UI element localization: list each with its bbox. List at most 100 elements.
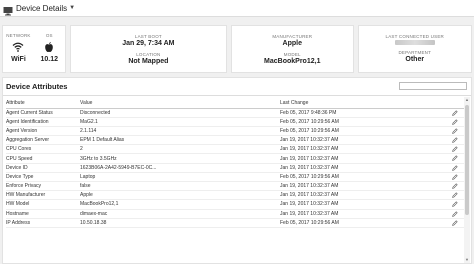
attribute-last-change: Feb 05, 2017 10:29:56 AM bbox=[280, 126, 464, 137]
last-change-text: Jan 19, 2017 10:32:37 AM bbox=[280, 183, 339, 190]
attribute-name: Agent Current Status bbox=[6, 108, 80, 118]
scrollbar[interactable]: ▲ ▼ bbox=[464, 97, 470, 263]
attribute-name: Device Type bbox=[6, 172, 80, 183]
attributes-table: Attribute Value Last Change Agent Curren… bbox=[6, 100, 464, 228]
attribute-last-change: Jan 19, 2017 10:32:37 AM bbox=[280, 199, 464, 210]
table-row[interactable]: Agent Current Status Disconnected Feb 05, … bbox=[6, 108, 464, 118]
last-boot-summary: LAST BOOT Jan 29, 7:34 AM LOCATION Not M… bbox=[71, 26, 226, 66]
pencil-icon[interactable] bbox=[452, 220, 458, 227]
pencil-icon[interactable] bbox=[452, 174, 458, 181]
attribute-last-change: Feb 05, 2017 9:48:36 PM bbox=[280, 108, 464, 118]
attribute-last-change: Feb 05, 2017 10:29:56 AM bbox=[280, 218, 464, 228]
attribute-value: MacBookPro12,1 bbox=[80, 199, 280, 210]
table-header-row: Attribute Value Last Change bbox=[6, 100, 464, 109]
last-change-text: Feb 05, 2017 9:48:36 PM bbox=[280, 109, 337, 116]
last-change-text: Jan 19, 2017 10:32:37 AM bbox=[280, 137, 339, 144]
page-title[interactable]: Device Details bbox=[16, 4, 67, 13]
pencil-icon[interactable] bbox=[452, 210, 458, 218]
pencil-icon[interactable] bbox=[452, 109, 458, 117]
column-header-last-change[interactable]: Last Change bbox=[280, 100, 464, 109]
attribute-value: 2.1.114 bbox=[80, 126, 280, 137]
attribute-value: dimaex-mac bbox=[80, 209, 280, 219]
table-row[interactable]: CPU Speed 3GHz to 3.5GHz Jan 19, 2017 10:3… bbox=[6, 153, 464, 164]
network-label: NETWORK bbox=[6, 33, 31, 38]
attribute-last-change: Jan 19, 2017 10:32:37 AM bbox=[280, 190, 464, 201]
attribute-last-change: Jan 19, 2017 10:32:37 AM bbox=[280, 209, 464, 219]
table-row[interactable]: Agent Identification MaG2.1 Feb 05, 2017 1… bbox=[6, 117, 464, 127]
table-row[interactable]: Enforce Privacy false Jan 19, 2017 10:32:3… bbox=[6, 181, 464, 192]
table-row[interactable]: Aggregation Server EPM 1 Default Alias Jan… bbox=[6, 135, 464, 146]
divider bbox=[3, 95, 471, 96]
table-row[interactable]: Device Type Laptop Feb 05, 2017 10:29:56 A… bbox=[6, 172, 464, 183]
table-row[interactable]: IP Address 10.50.18.38 Feb 05, 2017 10:29:… bbox=[6, 218, 464, 228]
table-row[interactable]: Device ID 1623B06A-2A42-5949-B7EC-0C... Ja… bbox=[6, 163, 464, 173]
scroll-up-icon[interactable]: ▲ bbox=[464, 97, 470, 103]
last-change-text: Jan 19, 2017 10:32:37 AM bbox=[280, 146, 339, 153]
attribute-value: Laptop bbox=[80, 172, 280, 183]
attribute-last-change: Jan 19, 2017 10:32:37 AM bbox=[280, 181, 464, 192]
scrollbar-thumb[interactable] bbox=[465, 105, 469, 215]
pencil-icon[interactable] bbox=[452, 165, 458, 172]
department-value: Other bbox=[405, 56, 425, 63]
column-header-value[interactable]: Value bbox=[80, 100, 280, 109]
table-row[interactable]: HW Manufacturer Apple Jan 19, 2017 10:32:3… bbox=[6, 190, 464, 201]
attribute-name: Enforce Privacy bbox=[6, 181, 80, 192]
pencil-icon[interactable] bbox=[452, 192, 458, 199]
last-change-text: Feb 05, 2017 10:29:56 AM bbox=[280, 219, 339, 226]
pencil-icon[interactable] bbox=[452, 146, 458, 153]
attribute-value: Apple bbox=[80, 190, 280, 201]
attribute-value: false bbox=[80, 181, 280, 192]
table-row[interactable]: Agent Version 2.1.114 Feb 05, 2017 10:29:5… bbox=[6, 126, 464, 137]
attribute-value: Disconnected bbox=[80, 108, 280, 118]
location-value: Not Mapped bbox=[128, 58, 169, 65]
attribute-name: HW Manufacturer bbox=[6, 190, 80, 201]
boot-location-card: LAST BOOT Jan 29, 7:34 AM LOCATION Not M… bbox=[69, 25, 228, 73]
last-change-text: Jan 19, 2017 10:32:37 AM bbox=[280, 164, 339, 171]
network-value: WiFi bbox=[11, 56, 26, 63]
os-label: OS bbox=[45, 33, 53, 38]
column-header-attribute[interactable]: Attribute bbox=[6, 100, 80, 109]
pencil-icon[interactable] bbox=[452, 183, 458, 190]
pencil-icon[interactable] bbox=[452, 119, 458, 126]
pencil-icon[interactable] bbox=[452, 128, 458, 135]
attribute-last-change: Feb 05, 2017 10:29:56 AM bbox=[280, 117, 464, 127]
attribute-last-change: Jan 19, 2017 10:32:37 AM bbox=[280, 135, 464, 146]
table-row[interactable]: Hostname dimaex-mac Jan 19, 2017 10:32:37 … bbox=[6, 209, 464, 219]
attribute-value: EPM 1 Default Alias bbox=[80, 135, 280, 146]
attribute-name: CPU Cores bbox=[6, 144, 80, 155]
redacted-user bbox=[394, 40, 435, 45]
chevron-down-icon[interactable]: ▼ bbox=[69, 5, 75, 11]
search-input[interactable] bbox=[399, 82, 467, 90]
attribute-name: Aggregation Server bbox=[6, 135, 80, 146]
attribute-value: 3GHz to 3.5GHz bbox=[80, 153, 280, 164]
pencil-icon[interactable] bbox=[452, 201, 458, 208]
user-department-card: LAST CONNECTED USER DEPARTMENT Other bbox=[357, 25, 472, 73]
attribute-name: IP Address bbox=[6, 218, 80, 228]
attribute-value: 10.50.18.38 bbox=[80, 218, 280, 228]
apple-icon bbox=[45, 42, 54, 52]
last-user-label: LAST CONNECTED USER bbox=[385, 34, 444, 39]
pencil-icon[interactable] bbox=[452, 155, 458, 162]
attribute-name: HW Model bbox=[6, 199, 80, 210]
pencil-icon[interactable] bbox=[452, 137, 458, 144]
attribute-name: Agent Identification bbox=[6, 117, 80, 127]
desktop-icon[interactable] bbox=[3, 3, 13, 16]
os-value: 10.12 bbox=[40, 56, 59, 63]
top-bar: Device Details ▼ bbox=[0, 0, 474, 17]
attribute-last-change: Jan 19, 2017 10:32:37 AM bbox=[280, 163, 464, 173]
table-row[interactable]: CPU Cores 2 Jan 19, 2017 10:32:37 AM bbox=[6, 144, 464, 155]
attribute-name: Device ID bbox=[6, 163, 80, 173]
attribute-name: Agent Version bbox=[6, 126, 80, 137]
network-summary: NETWORK WiFi bbox=[3, 26, 34, 72]
scroll-down-icon[interactable]: ▼ bbox=[464, 257, 470, 263]
last-change-text: Jan 19, 2017 10:32:37 AM bbox=[280, 201, 339, 208]
device-attributes-panel: Device Attributes Attribute Value Last C… bbox=[2, 77, 472, 264]
last-change-text: Jan 19, 2017 10:32:37 AM bbox=[280, 155, 339, 162]
last-change-text: Jan 19, 2017 10:32:37 AM bbox=[280, 210, 339, 217]
table-row[interactable]: HW Model MacBookPro12,1 Jan 19, 2017 10:32… bbox=[6, 199, 464, 210]
user-summary: LAST CONNECTED USER DEPARTMENT Other bbox=[359, 26, 472, 64]
last-change-text: Feb 05, 2017 10:29:56 AM bbox=[280, 118, 339, 125]
attribute-name: Hostname bbox=[6, 209, 80, 219]
device-summary: NETWORK WiFi OS 10.12 LAST BOOT Jan 29, … bbox=[2, 25, 472, 73]
attribute-last-change: Feb 05, 2017 10:29:56 AM bbox=[280, 172, 464, 183]
